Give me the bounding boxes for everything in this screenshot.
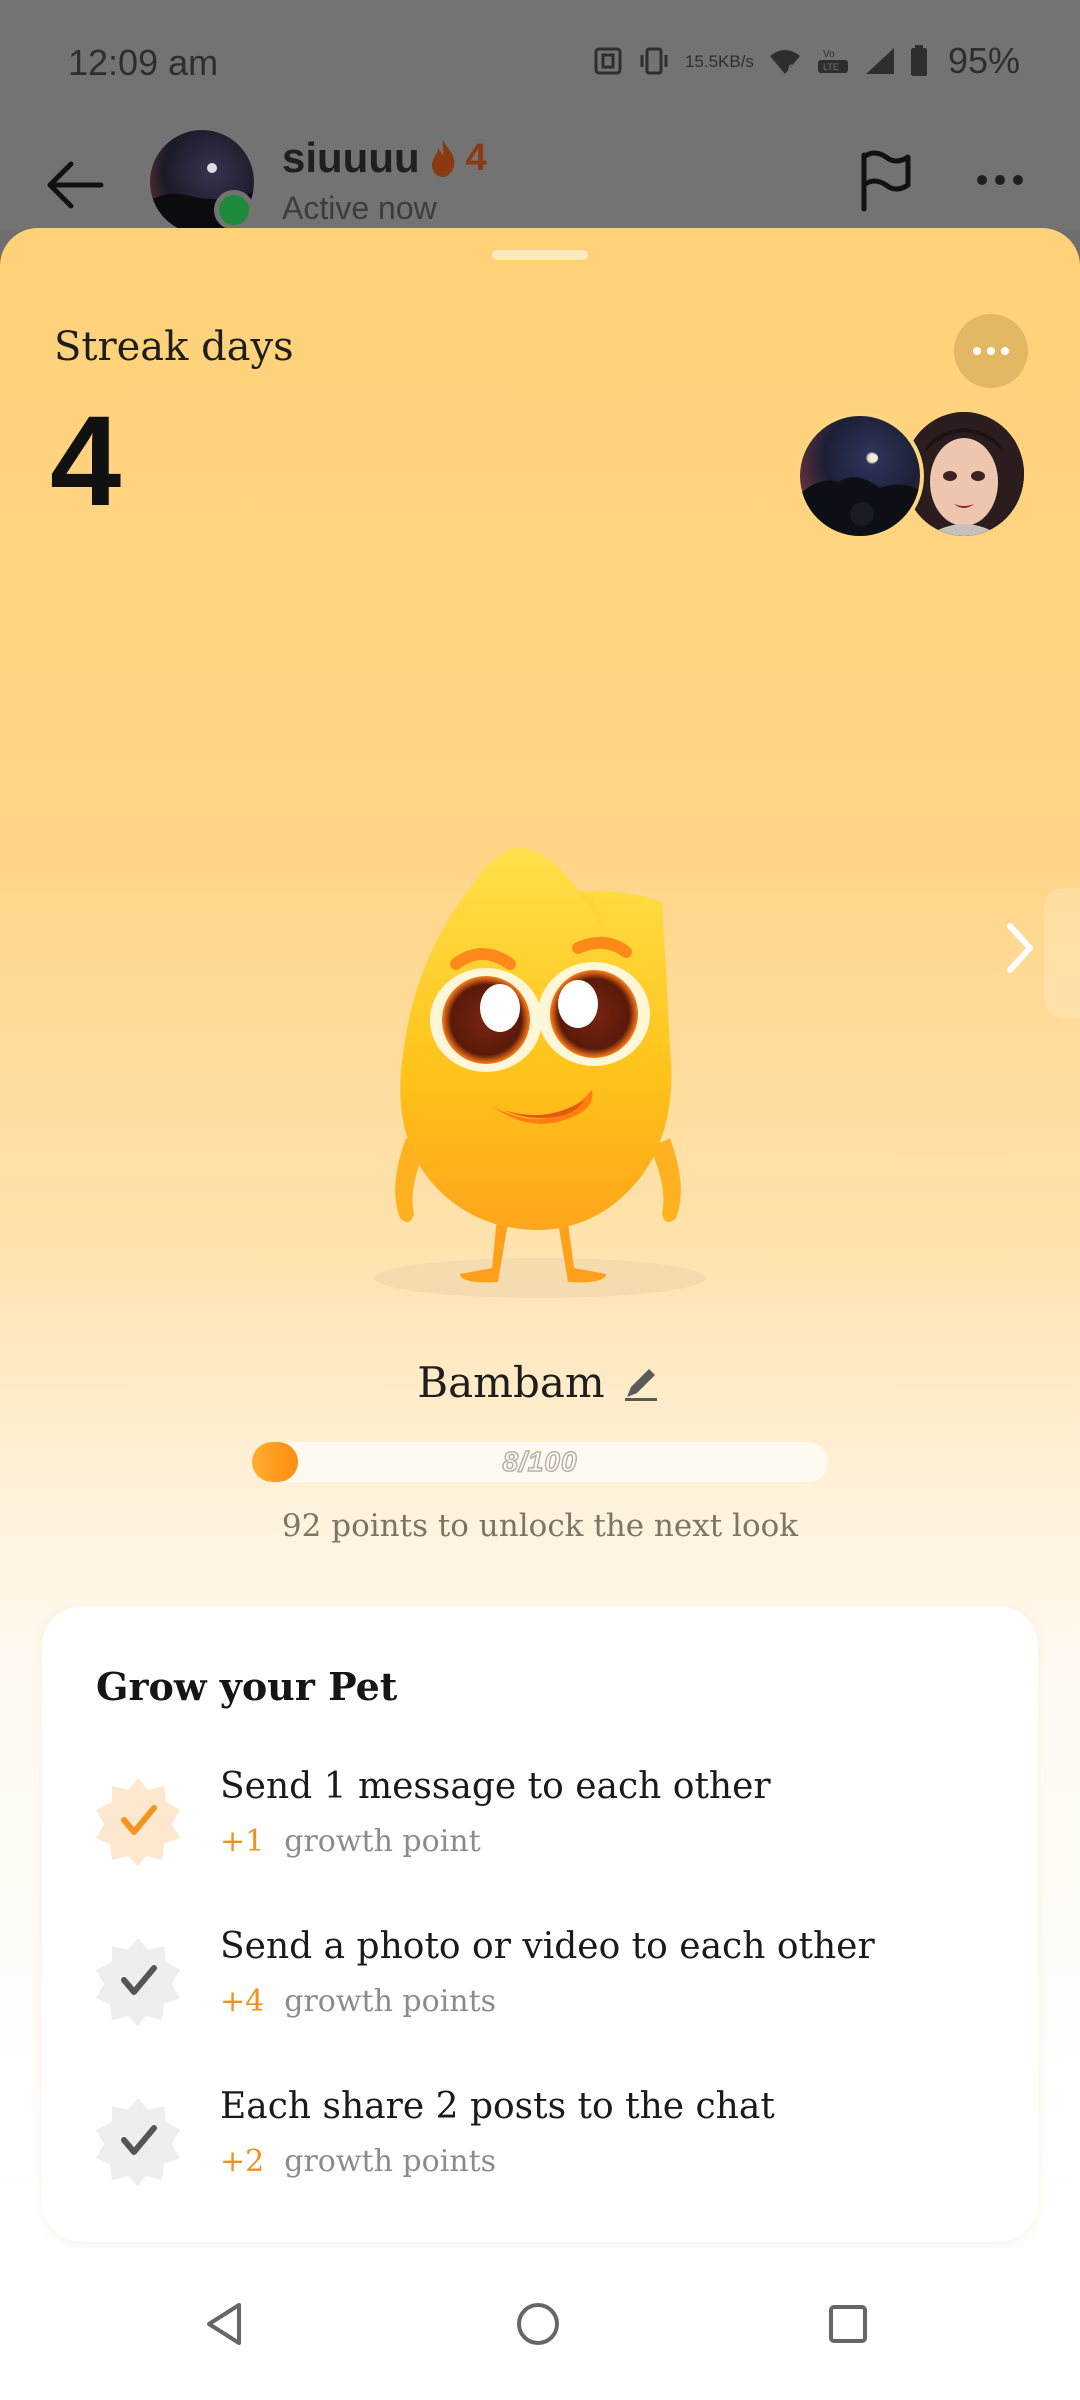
task-points-value: +4	[220, 1984, 265, 2019]
battery-icon	[910, 45, 928, 77]
task-points-unit: growth points	[284, 2144, 497, 2179]
battery-percent: 95%	[947, 40, 1020, 81]
status-bar: 12:09 am 15.5 KB/s 6 Vo LTE 95%	[0, 0, 1080, 130]
task-points: +2 growth points	[220, 2144, 496, 2179]
online-indicator	[214, 190, 254, 230]
next-pet-button[interactable]	[990, 908, 1050, 988]
task-points-value: +1	[220, 1824, 265, 1859]
task-points: +4 growth points	[220, 1984, 496, 2019]
task-status-badge	[92, 1934, 184, 2026]
task-item[interactable]: Send 1 message to each other +1 growth po…	[92, 1766, 992, 1886]
back-button[interactable]	[40, 150, 110, 220]
network-speed: 15.5 KB/s	[685, 53, 754, 70]
chat-name-row: siuuuu 4	[282, 134, 487, 182]
svg-text:Vo: Vo	[823, 49, 835, 60]
network-speed-unit: KB/s	[718, 51, 754, 71]
task-status-badge	[92, 1774, 184, 1866]
report-button[interactable]	[850, 145, 920, 215]
growth-progress-bar: 8/100	[252, 1442, 828, 1482]
pet-name-row: Bambam	[0, 1358, 1080, 1407]
square-recents-icon	[829, 2305, 867, 2343]
task-points-unit: growth point	[284, 1824, 481, 1859]
wifi-icon: 6	[768, 46, 802, 76]
task-points-value: +2	[220, 2144, 265, 2179]
task-status-badge	[92, 2094, 184, 2186]
streak-number: 4	[50, 390, 122, 533]
check-badge-icon	[96, 2098, 180, 2186]
svg-text:LTE: LTE	[823, 62, 839, 72]
flame-icon	[431, 140, 454, 177]
circle-home-icon	[517, 2303, 559, 2345]
task-points: +1 growth point	[220, 1824, 481, 1859]
growth-progress-label: 8/100	[502, 1445, 578, 1478]
system-nav-bar	[0, 2248, 1080, 2400]
network-speed-value: 15.5	[684, 51, 719, 71]
svg-text:6: 6	[788, 62, 795, 76]
task-title: Each share 2 posts to the chat	[220, 2086, 775, 2127]
task-title: Send 1 message to each other	[220, 1766, 771, 1807]
task-points-unit: growth points	[284, 1984, 497, 2019]
pencil-icon	[624, 1368, 657, 1401]
grow-pet-card: Grow your Pet Send 1 message to each oth…	[42, 1606, 1038, 2242]
check-badge-icon	[96, 1778, 180, 1866]
streak-label: Streak days	[54, 324, 294, 370]
pet-illustration[interactable]	[370, 848, 710, 1308]
grow-pet-title: Grow your Pet	[96, 1664, 398, 1709]
check-badge-icon	[96, 1938, 180, 2026]
sheet-grabber[interactable]	[492, 250, 588, 260]
more-options-button[interactable]	[960, 145, 1040, 215]
nav-home-button[interactable]	[498, 2284, 578, 2364]
chat-name[interactable]: siuuuu	[282, 134, 420, 182]
volte-icon: Vo LTE	[816, 46, 850, 76]
status-icons: 15.5 KB/s 6 Vo LTE 95%	[593, 40, 1020, 82]
chat-status: Active now	[282, 190, 437, 226]
nfc-icon	[593, 46, 623, 76]
nav-back-button[interactable]	[184, 2284, 264, 2364]
chevron-right-icon	[1007, 923, 1033, 973]
task-item[interactable]: Send a photo or video to each other +4 gr…	[92, 1926, 992, 2046]
unlock-hint: 92 points to unlock the next look	[281, 1508, 799, 1544]
triangle-back-icon	[207, 2303, 241, 2345]
sheet-more-button[interactable]	[954, 314, 1028, 388]
chat-header: siuuuu 4 Active now	[0, 130, 1080, 234]
nav-recents-button[interactable]	[808, 2284, 888, 2364]
streak-sheet: Streak days 4 Bambam 8/100 92 points to …	[0, 228, 1080, 2248]
arrow-left-icon	[47, 161, 104, 209]
task-title: Send a photo or video to each other	[220, 1926, 875, 1967]
ellipsis-icon	[977, 175, 987, 185]
avatar-self	[796, 412, 924, 540]
signal-icon	[864, 46, 896, 76]
flag-icon	[861, 150, 911, 212]
ellipsis-icon	[973, 347, 981, 355]
streak-count-header: 4	[465, 136, 487, 179]
edit-pet-name-button[interactable]	[619, 1361, 663, 1405]
task-item[interactable]: Each share 2 posts to the chat +2 growth …	[92, 2086, 992, 2206]
vibrate-icon	[637, 46, 671, 76]
pet-name: Bambam	[417, 1358, 605, 1407]
status-time: 12:09 am	[68, 42, 219, 83]
